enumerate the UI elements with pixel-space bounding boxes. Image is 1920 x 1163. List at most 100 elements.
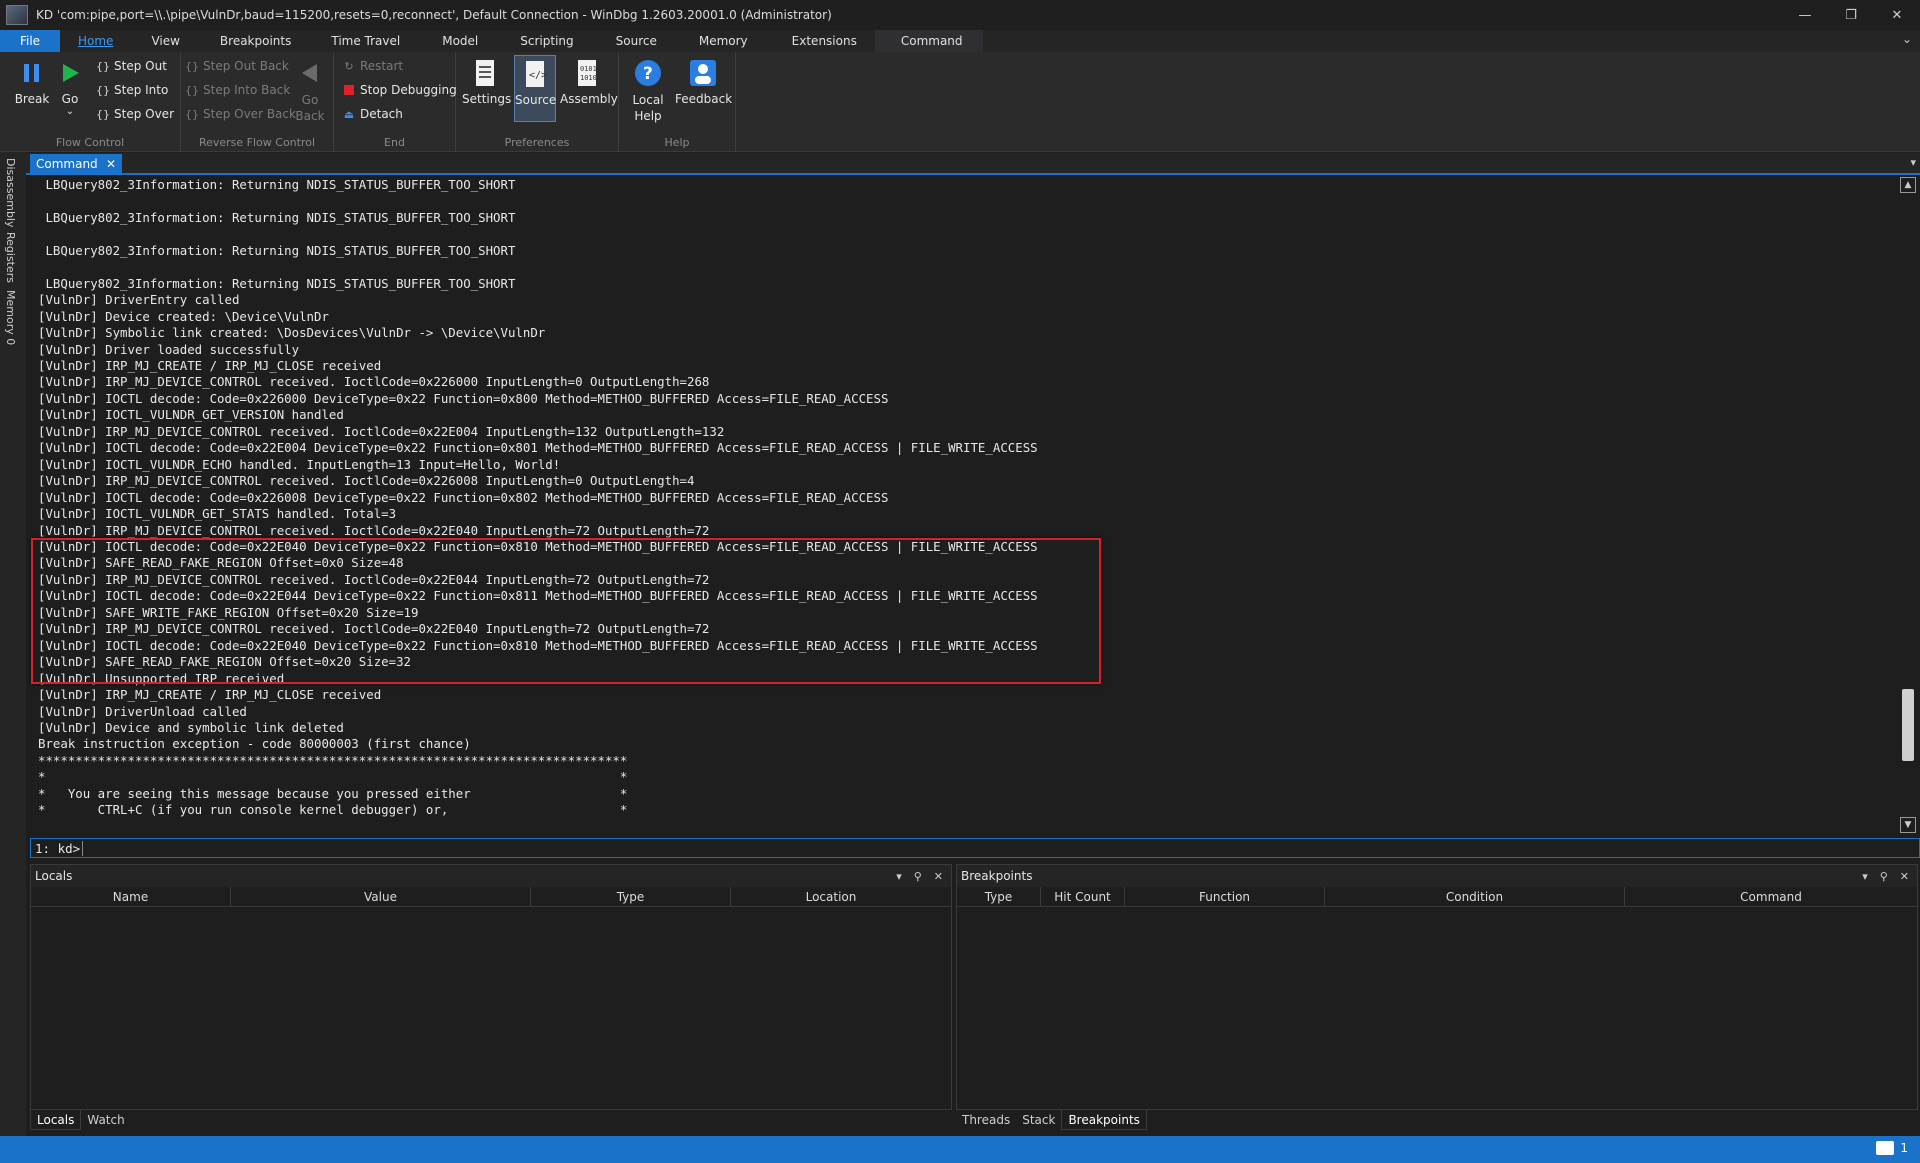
output-line: [VulnDr] IRP_MJ_DEVICE_CONTROL received.… (38, 571, 710, 587)
output-line: [VulnDr] IOCTL_VULNDR_ECHO handled. Inpu… (38, 456, 561, 472)
scroll-down-icon[interactable]: ▼ (1900, 817, 1916, 833)
dropdown-icon[interactable]: ▾ (896, 870, 902, 883)
group-reverse-flow-control: {} Step Out Back {} Step Into Back {} St… (181, 52, 334, 152)
output-line: LBQuery802_3Information: Returning NDIS_… (45, 242, 516, 258)
restart-button[interactable]: ↻ Restart (342, 56, 403, 76)
column-name[interactable]: Name (31, 887, 231, 906)
menu-bar: File Home View Breakpoints Time Travel M… (0, 30, 1920, 52)
output-line: [VulnDr] Unsupported IRP received (38, 670, 285, 686)
pin-icon[interactable]: ⚲ (914, 870, 922, 883)
minimize-button[interactable]: — (1782, 0, 1828, 30)
output-line: [VulnDr] DriverEntry called (38, 292, 240, 308)
output-line: [VulnDr] IRP_MJ_DEVICE_CONTROL received.… (38, 522, 710, 538)
step-over-button[interactable]: {} Step Over (96, 104, 174, 124)
source-button[interactable]: </> Source (514, 55, 556, 122)
locals-title-bar: Locals ▾ ⚲ ✕ (31, 865, 951, 887)
step-out-back-button[interactable]: {} Step Out Back (185, 56, 289, 76)
close-icon[interactable]: ✕ (934, 870, 943, 883)
settings-document-icon (470, 58, 500, 88)
output-line: [VulnDr] Driver loaded successfully (38, 341, 300, 357)
window-title: KD 'com:pipe,port=\\.\pipe\VulnDr,baud=1… (36, 8, 832, 22)
step-into-back-label: Step Into Back (203, 83, 291, 97)
column-type[interactable]: Type (531, 887, 731, 906)
step-into-back-button[interactable]: {} Step Into Back (185, 80, 290, 100)
menu-extensions[interactable]: Extensions (766, 30, 875, 52)
close-button[interactable]: ✕ (1874, 0, 1920, 30)
scroll-up-icon[interactable]: ▲ (1900, 177, 1916, 193)
notifications[interactable]: 1 (1876, 1141, 1908, 1155)
feedback-button[interactable]: Feedback (675, 58, 732, 106)
command-scrollbar[interactable]: ▲ ▼ (1900, 177, 1916, 833)
go-back-button[interactable]: Go Back (290, 58, 330, 124)
tab-disassembly[interactable]: Disassembly (4, 158, 17, 228)
command-input[interactable] (83, 840, 1919, 856)
output-line: [VulnDr] SAFE_READ_FAKE_REGION Offset=0x… (38, 555, 404, 571)
menu-model[interactable]: Model (418, 30, 496, 52)
column-condition[interactable]: Condition (1325, 887, 1625, 906)
ribbon-collapse-icon[interactable]: ⌄ (1902, 32, 1912, 46)
tab-stack[interactable]: Stack (1016, 1110, 1061, 1130)
flow-control-label: Flow Control (55, 136, 125, 149)
output-line: [VulnDr] Device created: \Device\VulnDr (38, 308, 329, 324)
output-line: [VulnDr] SAFE_WRITE_FAKE_REGION Offset=0… (38, 604, 419, 620)
step-out-back-label: Step Out Back (203, 59, 289, 73)
close-icon[interactable]: ✕ (106, 157, 116, 171)
output-line: [VulnDr] IOCTL decode: Code=0x226008 Dev… (38, 489, 889, 505)
column-type[interactable]: Type (957, 887, 1041, 906)
column-hit-count[interactable]: Hit Count (1041, 887, 1125, 906)
step-over-back-button[interactable]: {} Step Over Back (185, 104, 296, 124)
window-controls: — ❐ ✕ (1782, 0, 1920, 30)
command-output[interactable]: LBQuery802_3Information: Returning NDIS_… (30, 177, 1900, 831)
column-value[interactable]: Value (231, 887, 531, 906)
output-line: [VulnDr] Device and symbolic link delete… (38, 719, 344, 735)
source-code-icon: </> (520, 59, 550, 89)
go-button[interactable]: Go ⌄ (52, 58, 88, 117)
group-end: ↻ Restart Stop Debugging ⏏ Detach End (334, 52, 457, 152)
local-help-button[interactable]: ? Local Help (627, 58, 669, 124)
column-command[interactable]: Command (1625, 887, 1917, 906)
svg-text:?: ? (643, 64, 653, 84)
locals-column-headers: Name Value Type Location (31, 887, 951, 907)
scroll-thumb[interactable] (1902, 689, 1914, 761)
stop-icon (342, 83, 356, 97)
tab-locals[interactable]: Locals (30, 1110, 82, 1130)
stop-debugging-button[interactable]: Stop Debugging (342, 80, 457, 100)
maximize-button[interactable]: ❐ (1828, 0, 1874, 30)
menu-view[interactable]: View (129, 30, 195, 52)
break-label: Break (14, 92, 50, 106)
reverse-flow-label: Reverse Flow Control (198, 136, 316, 149)
menu-source[interactable]: Source (592, 30, 675, 52)
menu-time-travel[interactable]: Time Travel (309, 30, 418, 52)
tab-breakpoints[interactable]: Breakpoints (1061, 1110, 1147, 1130)
menu-command[interactable]: Command (874, 30, 983, 52)
breakpoints-panel-controls: ▾ ⚲ ✕ (1862, 870, 1917, 883)
detach-button[interactable]: ⏏ Detach (342, 104, 403, 124)
tab-watch[interactable]: Watch (81, 1110, 130, 1130)
settings-button[interactable]: Settings (462, 58, 511, 106)
menu-scripting[interactable]: Scripting (496, 30, 591, 52)
tab-menu-icon[interactable]: ▾ (1910, 156, 1916, 169)
tab-registers[interactable]: Registers (4, 232, 17, 283)
output-line: [VulnDr] Symbolic link created: \DosDevi… (38, 325, 546, 341)
menu-breakpoints[interactable]: Breakpoints (196, 30, 309, 52)
output-line: LBQuery802_3Information: Returning NDIS_… (45, 275, 516, 291)
column-location[interactable]: Location (731, 887, 931, 906)
dropdown-icon[interactable]: ▾ (1862, 870, 1868, 883)
step-out-button[interactable]: {} Step Out (96, 56, 167, 76)
step-into-button[interactable]: {} Step Into (96, 80, 168, 100)
menu-file[interactable]: File (0, 30, 60, 52)
break-button[interactable]: Break (12, 58, 52, 106)
assembly-button[interactable]: 0101 1010 Assembly (560, 58, 618, 106)
end-label: End (384, 136, 405, 149)
pin-icon[interactable]: ⚲ (1880, 870, 1888, 883)
menu-home[interactable]: Home (60, 30, 129, 52)
tab-command[interactable]: Command ✕ (30, 154, 122, 174)
tab-memory-0[interactable]: Memory 0 (4, 290, 17, 345)
output-line: [VulnDr] SAFE_READ_FAKE_REGION Offset=0x… (38, 654, 411, 670)
title-bar: KD 'com:pipe,port=\\.\pipe\VulnDr,baud=1… (0, 0, 1920, 30)
column-function[interactable]: Function (1125, 887, 1325, 906)
tab-threads[interactable]: Threads (956, 1110, 1016, 1130)
menu-memory[interactable]: Memory (675, 30, 766, 52)
close-icon[interactable]: ✕ (1900, 870, 1909, 883)
output-line: * CTRL+C (if you run console kernel debu… (38, 802, 628, 818)
